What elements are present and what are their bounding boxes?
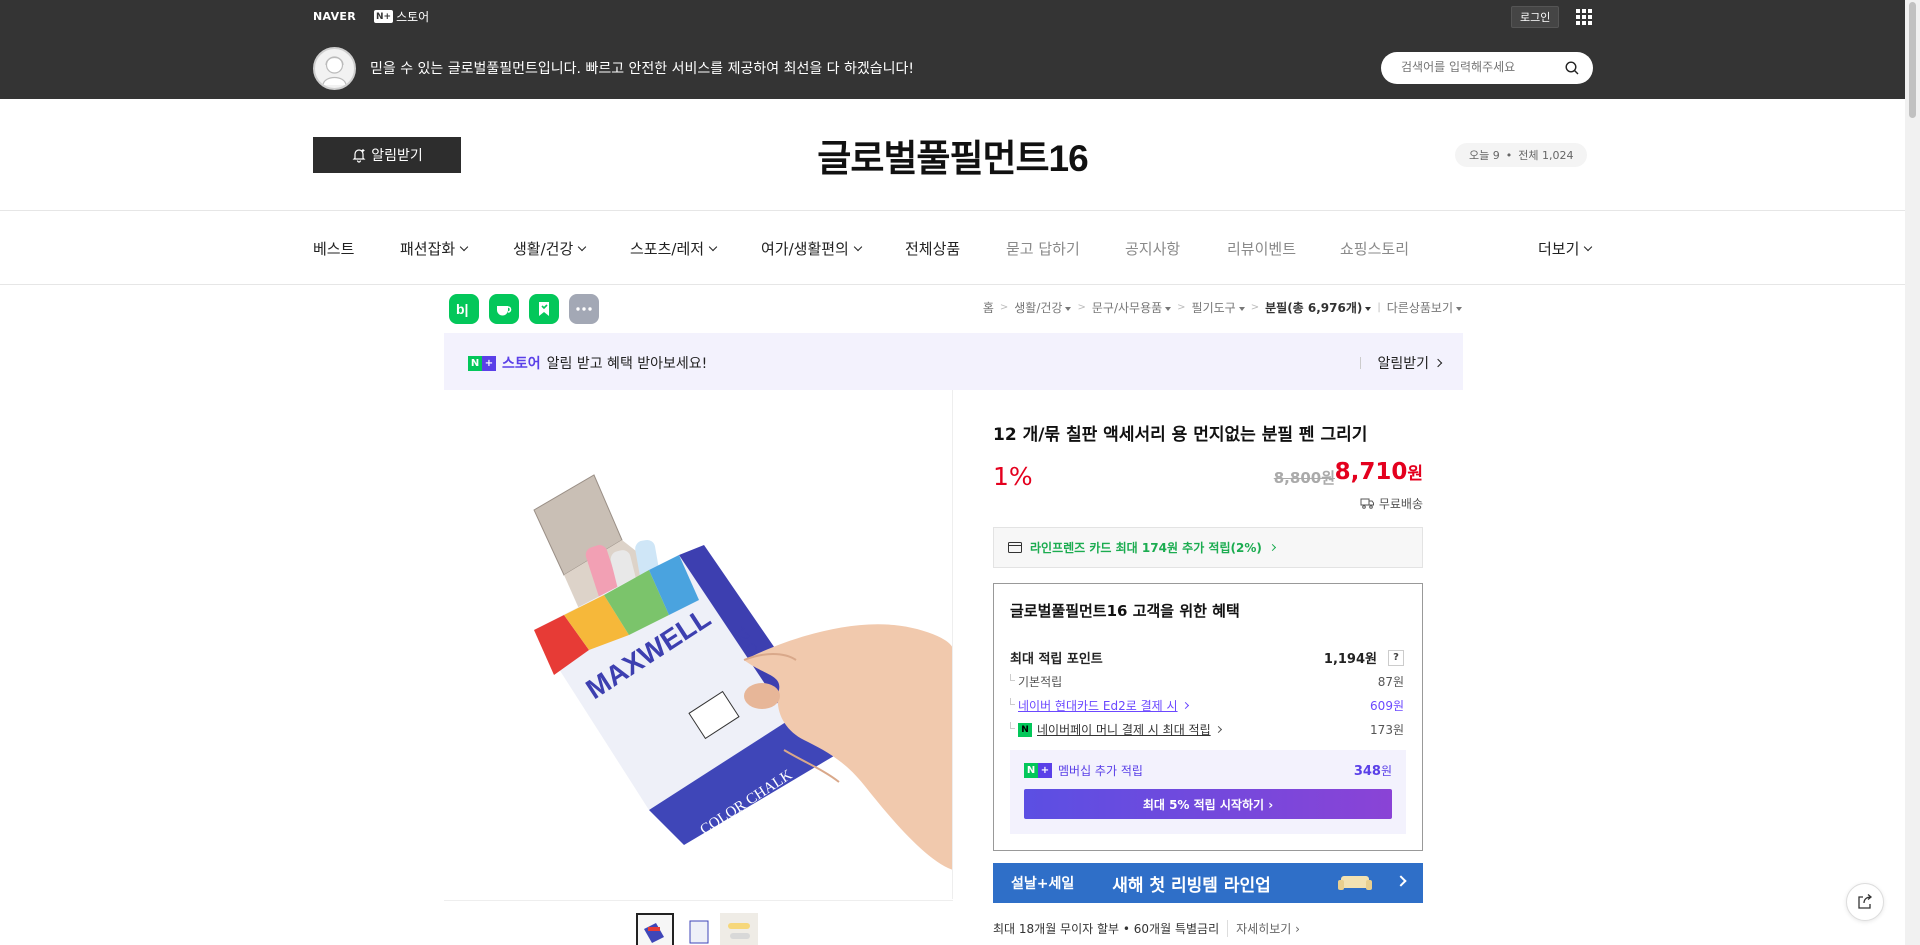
- chevron-right-icon: [1181, 701, 1189, 710]
- sale-banner-label: 설날+세일: [1011, 876, 1075, 892]
- breadcrumb-other-products[interactable]: 다른상품보기: [1387, 299, 1462, 316]
- login-button[interactable]: 로그인: [1511, 6, 1560, 28]
- naver-pay-icon: N: [1018, 722, 1032, 737]
- store-search-box[interactable]: [1381, 52, 1593, 84]
- naver-pay-link[interactable]: 네이버페이 머니 결제 시 최대 적립: [1037, 721, 1211, 738]
- card-benefit-box[interactable]: 라인프렌즈 카드 최대 174원 추가 적립(2%): [993, 527, 1423, 568]
- basic-point-row: 기본적립 87원: [1010, 673, 1404, 690]
- breadcrumb-category-2[interactable]: 문구/사무용품: [1092, 299, 1172, 316]
- naver-plus-promo-banner[interactable]: N + 스토어 알림 받고 혜택 받아보세요! 알림받기: [444, 333, 1463, 390]
- installment-info: 최대 18개월 무이자 할부 • 60개월 특별금리 자세히보기 ›: [993, 920, 1300, 937]
- chevron-down-icon: [708, 242, 718, 251]
- naver-plus-badge: N+: [374, 10, 394, 23]
- original-price: 8,800원: [1273, 469, 1335, 487]
- bookmark-share-icon[interactable]: [529, 294, 559, 324]
- nav-item-sports[interactable]: 스포츠/레저: [630, 238, 718, 259]
- nav-item-living-health[interactable]: 생활/건강: [513, 238, 587, 259]
- breadcrumb-home[interactable]: 홈: [983, 299, 994, 316]
- svg-text:b|: b|: [456, 301, 468, 317]
- naver-plus-store-label: 스토어: [396, 10, 430, 24]
- membership-start-button[interactable]: 최대 5% 적립 시작하기 ›: [1024, 789, 1392, 819]
- divider: [0, 284, 1905, 285]
- more-share-icon[interactable]: [569, 294, 599, 324]
- chevron-right-icon: [1214, 725, 1222, 734]
- card-point-row: 네이버 현대카드 Ed2로 결제 시 609원: [1010, 697, 1404, 714]
- benefit-title: 글로벌풀필먼트16 고객을 위한 혜택: [1010, 602, 1240, 620]
- breadcrumb-category-3[interactable]: 필기도구: [1192, 299, 1245, 316]
- chevron-right-icon: [1433, 358, 1443, 368]
- membership-value: 348원: [1353, 764, 1392, 779]
- hyundai-card-link[interactable]: 네이버 현대카드 Ed2로 결제 시: [1018, 697, 1178, 714]
- nav-item-review-event[interactable]: 리뷰이벤트: [1227, 238, 1296, 259]
- page-scrollbar[interactable]: [1905, 0, 1920, 945]
- customer-benefit-box: 글로벌풀필먼트16 고객을 위한 혜택 최대 적립 포인트 1,194원? 기본…: [993, 583, 1423, 851]
- store-title[interactable]: 글로벌풀필먼트16: [0, 128, 1905, 182]
- truck-icon: [1360, 498, 1374, 509]
- chevron-right-icon: [1395, 875, 1407, 887]
- nav-item-fashion[interactable]: 패션잡화: [400, 238, 469, 259]
- shipping-info: 무료배송: [1360, 495, 1423, 512]
- lunar-new-year-sale-banner[interactable]: 설날+세일 새해 첫 리빙템 라인업: [993, 863, 1423, 903]
- promo-store-label: 스토어: [502, 356, 541, 372]
- grid-icon[interactable]: [1576, 9, 1592, 25]
- help-icon[interactable]: ?: [1388, 649, 1404, 666]
- discount-rate: 1%: [993, 462, 1033, 491]
- nav-item-all-products[interactable]: 전체상품: [905, 238, 960, 259]
- divider: [0, 210, 1905, 211]
- sale-price: 8,710원: [1334, 459, 1423, 485]
- installment-more-link[interactable]: 자세히보기 ›: [1227, 920, 1300, 937]
- breadcrumb: 홈 > 생활/건강 > 문구/사무용품 > 필기도구 > 분필(총 6,976개…: [983, 299, 1462, 316]
- sale-banner-text: 새해 첫 리빙템 라인업: [1112, 875, 1271, 896]
- max-point-row: 최대 적립 포인트 1,194원?: [1010, 648, 1404, 667]
- membership-box: N + 멤버십 추가 적립 348원 최대 5% 적립 시작하기 ›: [1010, 750, 1406, 834]
- membership-label: 멤버십 추가 적립: [1058, 764, 1143, 778]
- nav-item-shopping-story[interactable]: 쇼핑스토리: [1340, 238, 1409, 259]
- promo-alarm-link[interactable]: 알림받기: [1360, 353, 1443, 373]
- nav-item-leisure[interactable]: 여가/생활편의: [761, 238, 863, 259]
- promo-message: N + 스토어 알림 받고 혜택 받아보세요!: [468, 353, 707, 373]
- chevron-down-icon: [459, 242, 469, 251]
- nav-more[interactable]: 더보기: [1538, 238, 1593, 259]
- visitor-total: 전체 1,024: [1518, 149, 1574, 162]
- cafe-share-icon[interactable]: [489, 294, 519, 324]
- product-title: 12 개/묶 칠판 액세서리 용 먼지없는 분필 펜 그리기: [993, 425, 1368, 445]
- thumbnail-1[interactable]: [636, 913, 674, 945]
- store-notice-message: 믿을 수 있는 글로벌풀필먼트입니다. 빠르고 안전한 서비스를 제공하여 최선…: [370, 61, 915, 77]
- naver-plus-store-logo[interactable]: N+ 스토어: [374, 8, 429, 25]
- breadcrumb-category-1[interactable]: 생활/건강: [1014, 299, 1072, 316]
- chevron-right-icon: [1268, 543, 1276, 552]
- global-header: NAVER N+ 스토어 로그인 믿을 수 있는 글로벌풀필먼트입니다. 빠르고…: [0, 0, 1905, 99]
- share-icon[interactable]: [1846, 883, 1884, 921]
- promo-text: 알림 받고 혜택 받아보세요!: [546, 356, 708, 372]
- thumbnail-2[interactable]: [680, 913, 718, 945]
- visitor-count: 오늘 9 • 전체 1,024: [1455, 143, 1588, 167]
- search-icon[interactable]: [1565, 61, 1579, 75]
- naver-plus-badge: N+: [468, 355, 496, 371]
- npay-point-row: N 네이버페이 머니 결제 시 최대 적립 173원: [1010, 721, 1404, 738]
- card-benefit-text: 라인프렌즈 카드 최대 174원 추가 적립(2%): [1030, 541, 1262, 555]
- chevron-down-icon: [1584, 242, 1593, 251]
- sofa-icon: [1338, 876, 1372, 890]
- product-main-image[interactable]: MAXWELL 12 COLOR COLOR CHALK: [444, 390, 953, 899]
- search-input[interactable]: [1401, 60, 1561, 74]
- naver-plus-badge: N+: [1024, 763, 1052, 778]
- naver-logo[interactable]: NAVER: [313, 10, 356, 23]
- visitor-today: 오늘 9: [1469, 149, 1500, 162]
- store-avatar: [313, 47, 356, 90]
- breadcrumb-category-4[interactable]: 분필(총 6,976개): [1265, 299, 1372, 316]
- nav-item-notice[interactable]: 공지사항: [1125, 238, 1180, 259]
- blog-share-icon[interactable]: b|: [449, 294, 479, 324]
- scrollbar-thumb[interactable]: [1909, 2, 1916, 118]
- chevron-down-icon: [853, 242, 863, 251]
- nav-item-qna[interactable]: 묻고 답하기: [1006, 238, 1080, 259]
- credit-card-icon: [1008, 542, 1022, 553]
- thumbnail-3[interactable]: [720, 913, 758, 945]
- nav-item-best[interactable]: 베스트: [313, 238, 354, 259]
- thumbnail-strip: [444, 900, 953, 945]
- chevron-down-icon: [578, 242, 587, 251]
